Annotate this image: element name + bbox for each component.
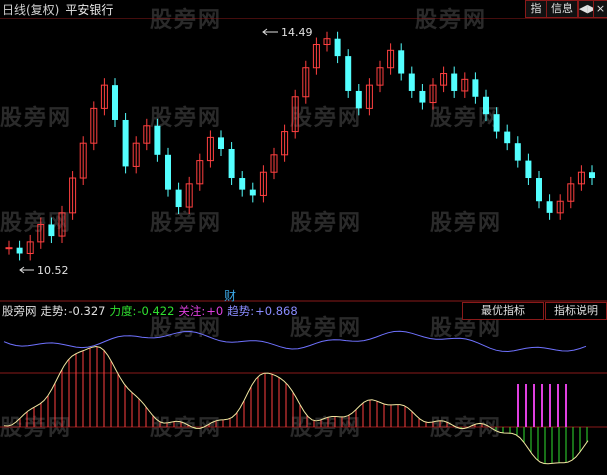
candle-body [112,85,118,120]
info-button[interactable]: 信息 [546,0,578,18]
low-label: 10.52 [37,264,69,277]
indicator-button[interactable]: 指 [525,0,547,18]
candle-body [398,50,405,74]
title-bar: 日线(复权) 平安银行 指 信息 ◀▶ × [0,0,607,18]
candle-body [122,119,129,167]
high-label: 14.49 [281,26,313,39]
nav-arrows-icon[interactable]: ◀▶ [578,0,596,18]
candle-body [218,137,224,149]
candles [5,31,595,261]
candle-body [175,189,182,208]
candle-body [249,189,256,196]
candle-body [514,143,521,161]
candle-body [408,73,415,91]
candle-body [165,154,171,190]
candle-body [525,160,532,179]
candle-body [48,224,55,237]
candle-body [546,201,553,213]
candle-body [419,90,426,103]
candle-body [154,125,161,155]
candle-body [334,38,341,57]
candle-body [239,178,246,190]
candle-body [493,114,500,132]
candle-body [589,172,595,179]
indicator-bars [19,346,588,464]
candle-body [345,56,352,91]
candle-body [228,149,235,179]
candle-body [536,178,542,202]
chart-title: 日线(复权) 平安银行 [2,1,113,18]
close-icon[interactable]: × [593,0,607,18]
candle-body [472,79,479,97]
candle-body [451,73,458,91]
high-marker: 14.49 [262,26,313,39]
candle-body [483,96,489,115]
low-marker: 10.52 [19,264,69,277]
candlestick-chart[interactable]: 14.49 10.52 [0,18,607,302]
period-label[interactable]: 日线(复权) [2,3,59,17]
candle-body [16,247,23,254]
momentum-line [3,345,589,465]
indicator-chart[interactable] [0,316,607,475]
candle-body [355,90,362,109]
stock-name: 平安银行 [65,3,114,17]
candle-body [504,131,511,144]
trend-line [3,330,587,353]
candle-body [5,247,13,250]
